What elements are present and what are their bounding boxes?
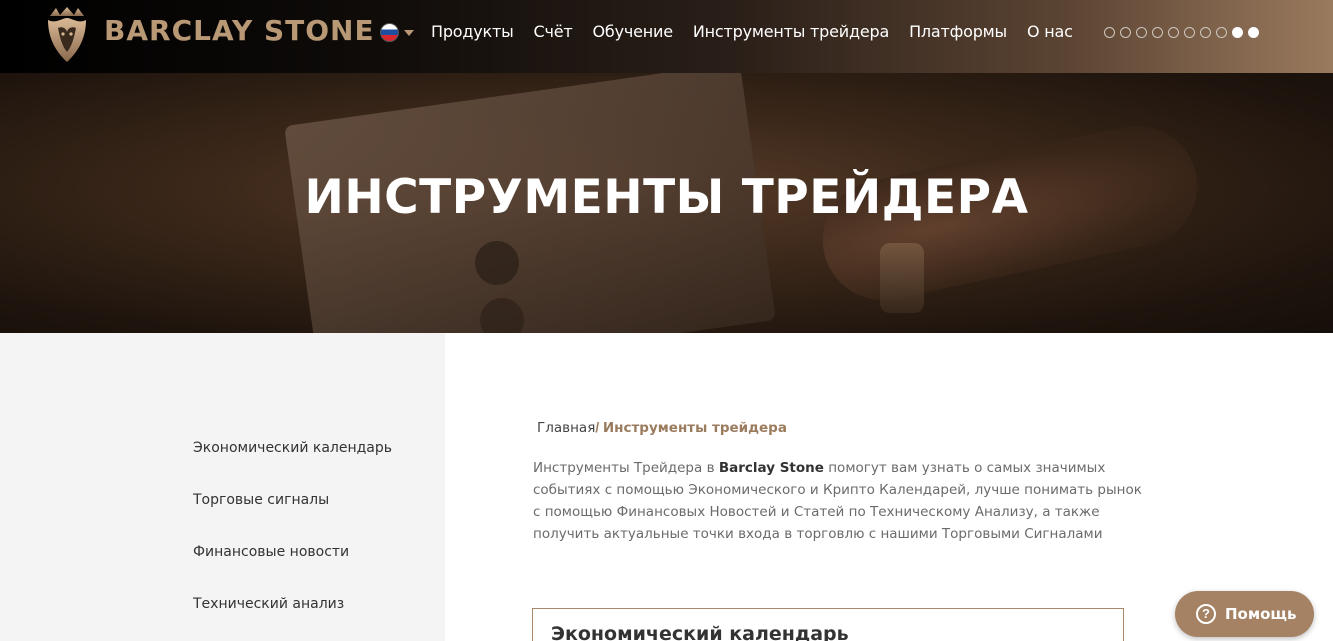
sidebar: Экономический календарь Торговые сигналы… [0,333,445,641]
language-selector[interactable] [380,22,416,44]
nav-about[interactable]: О нас [1027,22,1073,41]
breadcrumb-separator: / [595,420,600,435]
economic-calendar-card[interactable]: Экономический календарь [532,608,1124,641]
breadcrumb: Главная/ Инструменты трейдера [537,420,787,436]
nav-trader-tools[interactable]: Инструменты трейдера [693,22,889,41]
site-header: BARCLAY STONE Продукты Счёт Обучение Инс… [0,0,1333,73]
slider-dot[interactable] [1216,27,1227,38]
slider-dot-active[interactable] [1232,27,1243,38]
breadcrumb-home[interactable]: Главная [537,420,595,436]
main-nav: Продукты Счёт Обучение Инструменты трейд… [431,22,1073,41]
chevron-down-icon [404,30,414,36]
nav-account[interactable]: Счёт [534,22,573,41]
intro-text: Инструменты Трейдера в Barclay Stone пом… [533,457,1143,545]
slider-dot[interactable] [1104,27,1115,38]
russia-flag-icon [380,23,399,42]
help-label: Помощь [1225,605,1297,623]
intro-text-prefix: Инструменты Трейдера в [533,460,719,476]
brand-name[interactable]: BARCLAY STONE [104,14,375,47]
slider-dot[interactable] [1152,27,1163,38]
sidebar-item-trading-signals[interactable]: Торговые сигналы [193,492,329,508]
help-button[interactable]: ? Помощь [1175,591,1314,637]
sidebar-item-technical-analysis[interactable]: Технический анализ [193,596,344,612]
hero-background-decoration [475,241,519,285]
hero-banner: ИНСТРУМЕНТЫ ТРЕЙДЕРА [0,73,1333,333]
slider-dot[interactable] [1200,27,1211,38]
hero-background-watch [880,243,924,313]
nav-education[interactable]: Обучение [593,22,674,41]
lion-logo-icon[interactable] [44,6,90,64]
slider-dot[interactable] [1136,27,1147,38]
card-title: Экономический календарь [551,623,849,641]
sidebar-item-financial-news[interactable]: Финансовые новости [193,544,349,560]
slider-dot[interactable] [1184,27,1195,38]
nav-products[interactable]: Продукты [431,22,514,41]
breadcrumb-current: Инструменты трейдера [602,420,787,436]
intro-brand: Barclay Stone [718,460,824,476]
question-icon: ? [1196,604,1216,624]
slider-dots [1104,27,1259,38]
slider-dot-active[interactable] [1248,27,1259,38]
sidebar-item-economic-calendar[interactable]: Экономический календарь [193,440,392,456]
nav-platforms[interactable]: Платформы [909,22,1007,41]
page-title: ИНСТРУМЕНТЫ ТРЕЙДЕРА [304,170,1029,225]
slider-dot[interactable] [1120,27,1131,38]
slider-dot[interactable] [1168,27,1179,38]
